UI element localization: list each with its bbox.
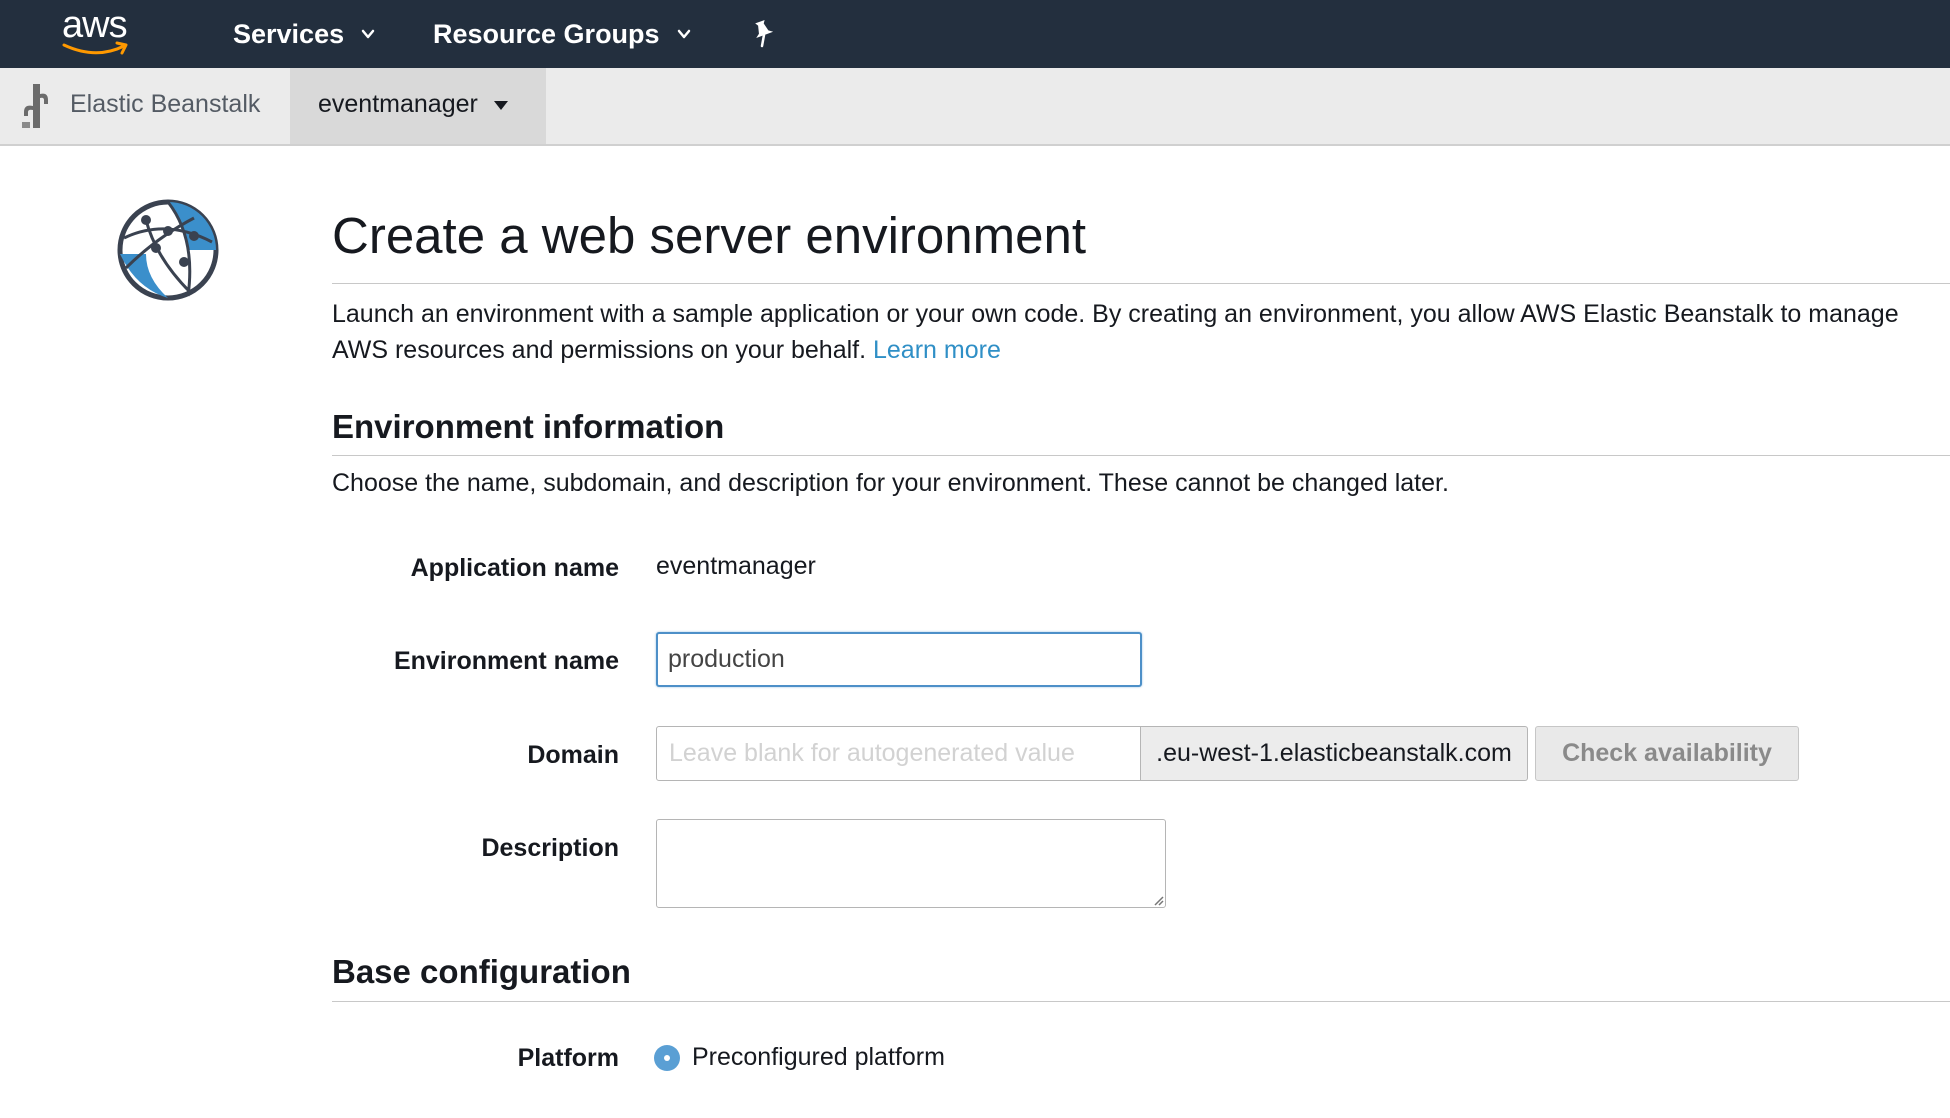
caret-down-icon (494, 101, 508, 110)
web-server-globe-icon (117, 199, 219, 301)
chevron-down-icon (361, 29, 375, 39)
learn-more-link[interactable]: Learn more (873, 336, 1001, 364)
divider (332, 1001, 1950, 1002)
description-label: Description (481, 834, 619, 862)
application-selector-label: eventmanager (318, 90, 478, 118)
service-nav-bar: Elastic Beanstalk eventmanager (0, 68, 1950, 146)
application-name-label: Application name (410, 554, 619, 582)
elastic-beanstalk-label: Elastic Beanstalk (70, 90, 261, 118)
resize-handle-icon[interactable] (1152, 894, 1164, 906)
divider (332, 283, 1950, 284)
services-menu-label: Services (233, 18, 345, 49)
elastic-beanstalk-home-link[interactable]: Elastic Beanstalk (0, 68, 290, 144)
services-menu[interactable]: Services (233, 0, 376, 68)
resource-groups-menu[interactable]: Resource Groups (433, 0, 692, 68)
environment-name-label: Environment name (393, 647, 619, 675)
platform-label: Platform (517, 1044, 619, 1072)
environment-name-input[interactable] (656, 632, 1142, 687)
domain-input[interactable] (656, 726, 1141, 781)
top-nav-bar: aws Services Resource Groups (0, 0, 1950, 68)
base-configuration-heading: Base configuration (332, 953, 631, 990)
environment-information-heading: Environment information (332, 408, 725, 445)
divider (332, 455, 1950, 456)
application-selector-tab[interactable]: eventmanager (290, 68, 546, 144)
preconfigured-platform-radio[interactable] (654, 1045, 680, 1071)
resource-groups-menu-label: Resource Groups (433, 18, 660, 49)
chevron-down-icon (677, 29, 690, 39)
preconfigured-platform-label[interactable]: Preconfigured platform (692, 1043, 945, 1072)
description-textarea[interactable] (656, 819, 1166, 908)
domain-suffix: .eu-west-1.elasticbeanstalk.com (1141, 726, 1528, 781)
intro-body: Launch an environment with a sample appl… (332, 300, 1899, 364)
check-availability-button[interactable]: Check availability (1535, 726, 1799, 781)
page-title: Create a web server environment (332, 207, 1087, 264)
aws-smile-icon (62, 41, 128, 55)
intro-text: Launch an environment with a sample appl… (332, 296, 1932, 368)
application-name-value: eventmanager (656, 552, 816, 580)
domain-label: Domain (527, 741, 619, 769)
pin-icon[interactable] (750, 18, 778, 48)
aws-logo[interactable]: aws (58, 4, 142, 60)
environment-information-description: Choose the name, subdomain, and descript… (332, 469, 1449, 497)
elastic-beanstalk-icon (22, 84, 48, 128)
